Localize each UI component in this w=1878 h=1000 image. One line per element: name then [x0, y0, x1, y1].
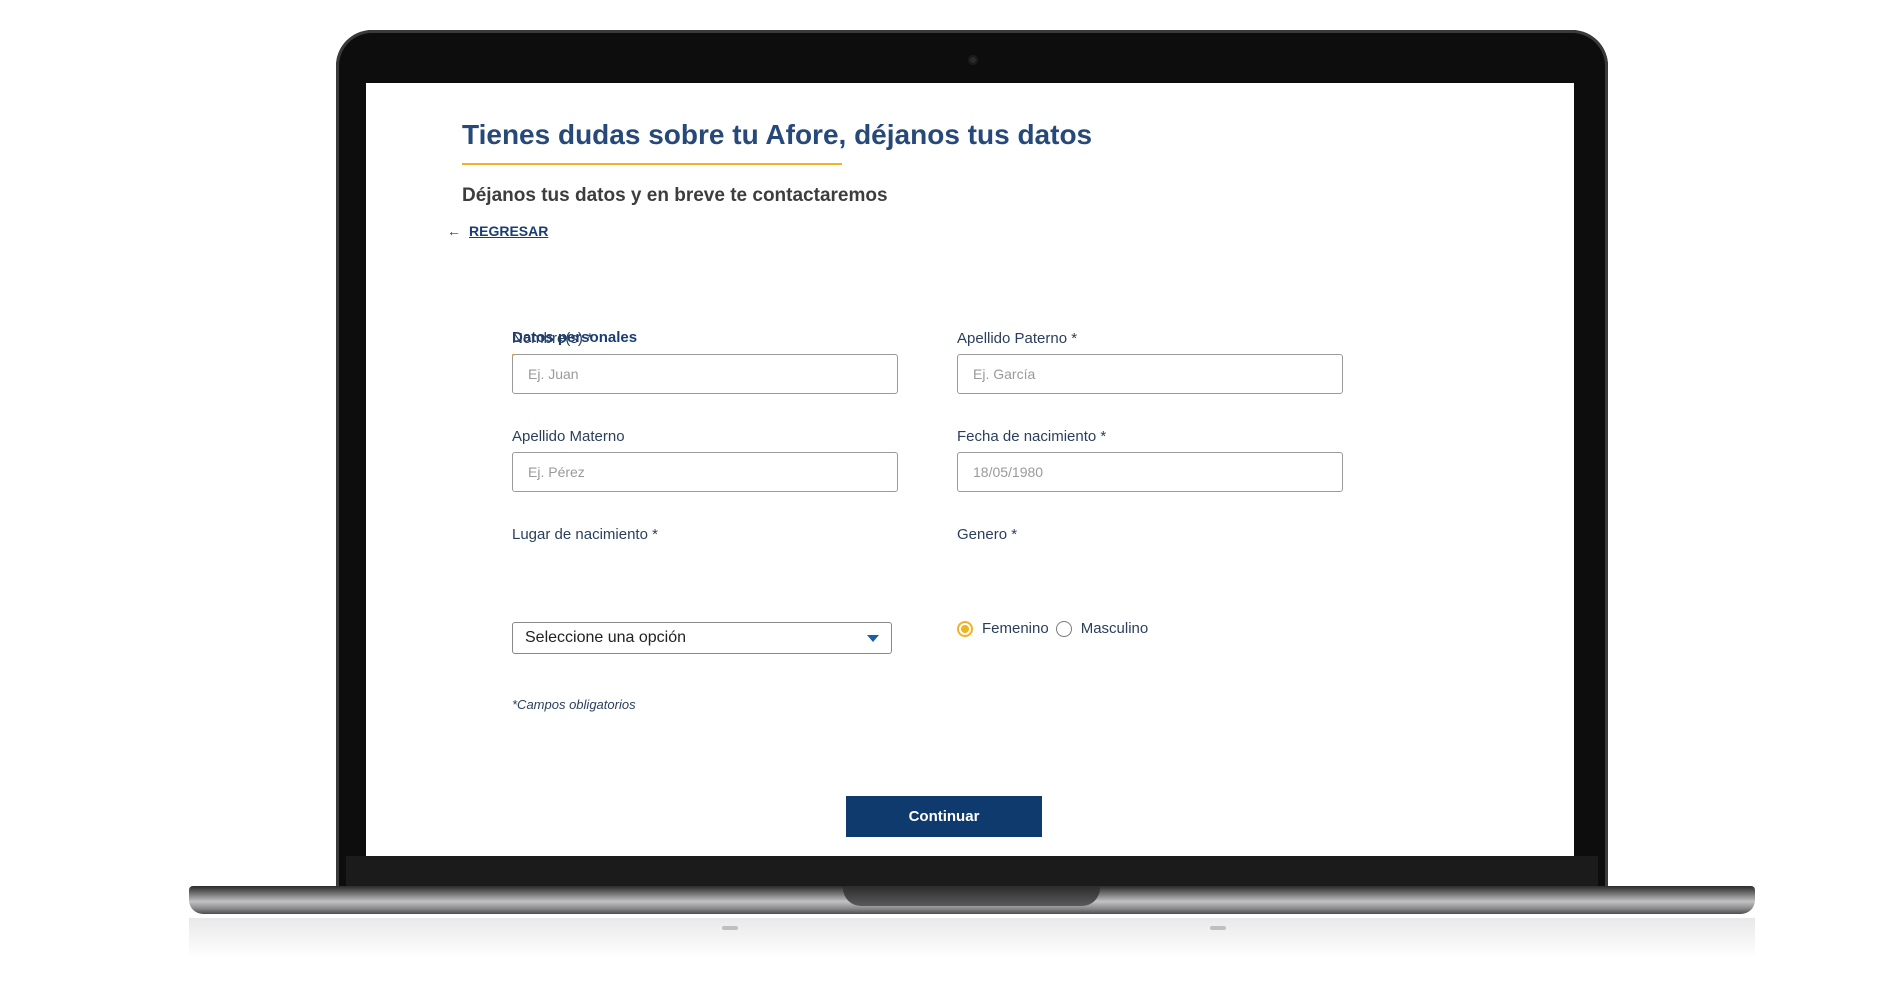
- lugar-nacimiento-select[interactable]: Seleccione una opción: [512, 622, 892, 654]
- apellido-materno-label: Apellido Materno: [512, 428, 625, 445]
- laptop-foot: [1210, 926, 1226, 930]
- back-link-label: REGRESAR: [469, 223, 549, 239]
- masculino-radio-label[interactable]: Masculino: [1081, 620, 1149, 637]
- masculino-radio[interactable]: [1055, 620, 1072, 637]
- camera-dot: [968, 55, 978, 65]
- fecha-nacimiento-input[interactable]: [957, 452, 1343, 492]
- lugar-nacimiento-label: Lugar de nacimiento *: [512, 526, 658, 543]
- femenino-radio[interactable]: [957, 620, 973, 637]
- laptop-screen: Tienes dudas sobre tu Afore, déjanos tus…: [366, 83, 1574, 856]
- laptop-foot: [722, 926, 738, 930]
- back-link[interactable]: ← REGRESAR: [447, 223, 548, 239]
- femenino-radio-label[interactable]: Femenino: [982, 620, 1049, 637]
- left-arrow-icon: ←: [447, 223, 461, 239]
- genero-radio-group: Femenino Masculino: [957, 620, 1155, 637]
- bezel-bottom-strip: [346, 856, 1598, 886]
- select-value: Seleccione una opción: [525, 629, 687, 646]
- apellido-paterno-input[interactable]: [957, 354, 1343, 394]
- caret-down-icon: [867, 634, 879, 642]
- page-title: Tienes dudas sobre tu Afore, déjanos tus…: [462, 119, 1093, 150]
- apellido-paterno-label: Apellido Paterno *: [957, 330, 1078, 347]
- required-fields-note: *Campos obligatorios: [512, 697, 636, 712]
- page-subtitle: Déjanos tus datos y en breve te contacta…: [462, 185, 888, 206]
- continue-button[interactable]: Continuar: [846, 796, 1042, 837]
- nombre-input[interactable]: [512, 354, 898, 394]
- nombre-label: Nombre(s) *: [512, 330, 593, 347]
- laptop-notch: [843, 886, 1100, 906]
- apellido-materno-input[interactable]: [512, 452, 898, 492]
- genero-label: Genero *: [957, 526, 1018, 543]
- fecha-nacimiento-label: Fecha de nacimiento *: [957, 428, 1107, 445]
- laptop-reflection: [189, 918, 1755, 958]
- title-underline: [462, 163, 842, 165]
